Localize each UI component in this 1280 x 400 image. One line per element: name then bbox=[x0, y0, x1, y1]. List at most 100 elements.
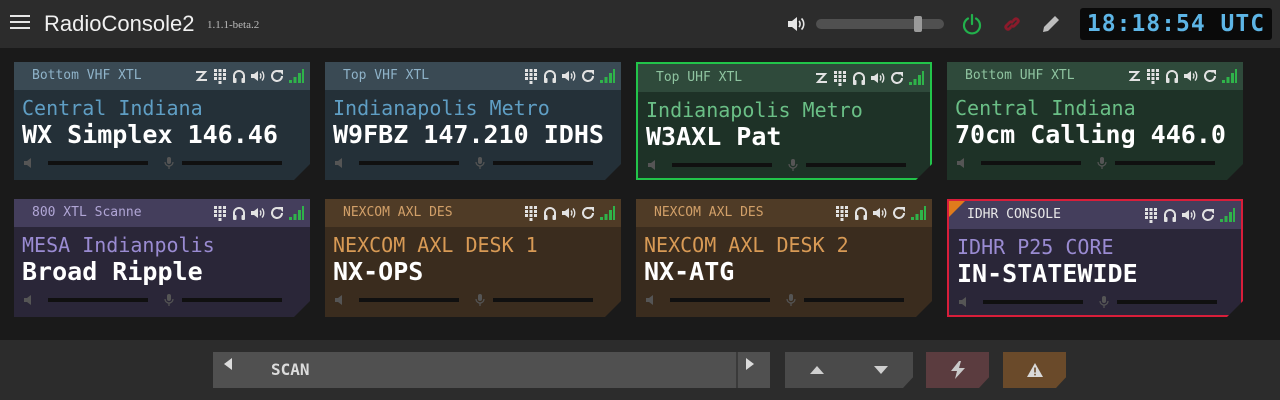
speaker-icon[interactable] bbox=[1181, 207, 1197, 223]
microphone-icon bbox=[1099, 296, 1109, 308]
menu-icon[interactable] bbox=[10, 15, 30, 31]
power-icon[interactable] bbox=[961, 13, 983, 35]
speaker-icon[interactable] bbox=[870, 70, 886, 86]
microphone-icon bbox=[788, 159, 798, 171]
lightning-icon bbox=[951, 361, 965, 379]
radio-card[interactable]: Bottom UHF XTL Central Indiana 70cm Callin… bbox=[947, 62, 1243, 180]
radio-channel: W3AXL Pat bbox=[646, 122, 782, 151]
speaker-icon[interactable] bbox=[561, 205, 577, 221]
radio-name: 800 XTL Scanne bbox=[32, 205, 142, 220]
unlink-icon[interactable] bbox=[1001, 13, 1023, 35]
radio-card-header: 800 XTL Scanne bbox=[14, 199, 310, 227]
radio-channel: W9FBZ 147.210 IDHS bbox=[333, 120, 604, 149]
radio-card[interactable]: Bottom VHF XTL Central Indiana WX Simplex … bbox=[14, 62, 310, 180]
radio-card-header: Bottom VHF XTL bbox=[14, 62, 310, 90]
reset-icon[interactable] bbox=[891, 205, 907, 221]
reset-icon[interactable] bbox=[269, 68, 285, 84]
headphones-icon[interactable] bbox=[1162, 207, 1178, 223]
microphone-icon bbox=[786, 294, 796, 306]
caret-right-icon bbox=[746, 358, 754, 370]
headphones-icon[interactable] bbox=[231, 205, 247, 221]
volume-slider-thumb[interactable] bbox=[914, 16, 923, 32]
tx-level-meter bbox=[493, 161, 593, 165]
speaker-icon[interactable] bbox=[250, 205, 266, 221]
audio-meters bbox=[957, 156, 1217, 170]
reset-icon[interactable] bbox=[580, 68, 596, 84]
radio-card[interactable]: 800 XTL Scanne MESA Indianpolis Broad Ripp… bbox=[14, 199, 310, 317]
radio-controls bbox=[1143, 207, 1235, 223]
radio-channel: 70cm Calling 446.0 bbox=[955, 120, 1226, 149]
reset-icon[interactable] bbox=[1202, 68, 1218, 84]
keypad-icon[interactable] bbox=[212, 205, 228, 221]
radio-card[interactable]: Top VHF XTL Indianapolis Metro W9FBZ 147.2… bbox=[325, 62, 621, 180]
scan-icon[interactable] bbox=[813, 70, 829, 86]
speaker-icon[interactable] bbox=[561, 68, 577, 84]
radio-card[interactable]: IDHR CONSOLE IDHR P25 CORE IN-STATEWIDE bbox=[947, 199, 1243, 317]
volume-icon[interactable] bbox=[786, 15, 806, 33]
audio-meters bbox=[646, 293, 906, 307]
audio-meters bbox=[24, 156, 284, 170]
rx-level-meter bbox=[672, 163, 772, 167]
headphones-icon[interactable] bbox=[231, 68, 247, 84]
reset-icon[interactable] bbox=[889, 70, 905, 86]
headphones-icon[interactable] bbox=[853, 205, 869, 221]
radio-zone: IDHR P25 CORE bbox=[957, 235, 1114, 259]
keypad-icon[interactable] bbox=[832, 70, 848, 86]
top-bar: RadioConsole2 1.1.1-beta.2 18:18:54 UTC bbox=[0, 0, 1280, 48]
microphone-icon bbox=[475, 157, 485, 169]
reset-icon[interactable] bbox=[580, 205, 596, 221]
radio-card[interactable]: NEXCOM AXL DES NEXCOM AXL DESK 1 NX-OPS bbox=[325, 199, 621, 317]
channel-updown-control bbox=[785, 352, 913, 388]
speaker-small-icon bbox=[648, 160, 660, 170]
radio-name: IDHR CONSOLE bbox=[967, 207, 1061, 222]
signal-icon bbox=[288, 205, 304, 221]
keypad-icon[interactable] bbox=[1145, 68, 1161, 84]
alert-button[interactable] bbox=[1003, 352, 1066, 388]
caret-left-icon bbox=[224, 358, 232, 370]
tx-level-meter bbox=[182, 298, 282, 302]
microphone-icon bbox=[1097, 157, 1107, 169]
headphones-icon[interactable] bbox=[851, 70, 867, 86]
keypad-icon[interactable] bbox=[523, 205, 539, 221]
speaker-icon[interactable] bbox=[250, 68, 266, 84]
signal-icon bbox=[908, 70, 924, 86]
keypad-icon[interactable] bbox=[212, 68, 228, 84]
speaker-icon[interactable] bbox=[872, 205, 888, 221]
headphones-icon[interactable] bbox=[542, 205, 558, 221]
speaker-small-icon bbox=[24, 158, 36, 168]
scan-next-button[interactable] bbox=[736, 352, 770, 388]
scan-icon[interactable] bbox=[193, 68, 209, 84]
headphones-icon[interactable] bbox=[542, 68, 558, 84]
headphones-icon[interactable] bbox=[1164, 68, 1180, 84]
radio-zone: Indianapolis Metro bbox=[646, 98, 863, 122]
radio-name: NEXCOM AXL DES bbox=[343, 205, 453, 220]
reset-icon[interactable] bbox=[1200, 207, 1216, 223]
scan-control: SCAN bbox=[213, 352, 770, 388]
signal-icon bbox=[599, 68, 615, 84]
master-volume-slider[interactable] bbox=[816, 16, 944, 32]
rx-level-meter bbox=[981, 161, 1081, 165]
reset-icon[interactable] bbox=[269, 205, 285, 221]
radio-card[interactable]: Top UHF XTL Indianapolis Metro W3AXL Pat bbox=[636, 62, 932, 180]
speaker-small-icon bbox=[24, 295, 36, 305]
channel-down-button[interactable] bbox=[849, 352, 913, 388]
radio-name: Top UHF XTL bbox=[656, 70, 743, 85]
keypad-icon[interactable] bbox=[834, 205, 850, 221]
channel-up-button[interactable] bbox=[785, 352, 849, 388]
scan-prev-button[interactable] bbox=[213, 352, 253, 388]
pencil-icon[interactable] bbox=[1040, 13, 1062, 35]
scan-icon[interactable] bbox=[1126, 68, 1142, 84]
radio-card-header: Bottom UHF XTL bbox=[947, 62, 1243, 90]
radio-zone: NEXCOM AXL DESK 1 bbox=[333, 233, 538, 257]
microphone-icon bbox=[164, 294, 174, 306]
key-transmit-button[interactable] bbox=[926, 352, 989, 388]
microphone-icon bbox=[475, 294, 485, 306]
radio-name: Bottom UHF XTL bbox=[965, 68, 1075, 83]
keypad-icon[interactable] bbox=[523, 68, 539, 84]
signal-icon bbox=[910, 205, 926, 221]
keypad-icon[interactable] bbox=[1143, 207, 1159, 223]
audio-meters bbox=[335, 156, 595, 170]
radio-card[interactable]: NEXCOM AXL DES NEXCOM AXL DESK 2 NX-ATG bbox=[636, 199, 932, 317]
speaker-icon[interactable] bbox=[1183, 68, 1199, 84]
signal-icon bbox=[599, 205, 615, 221]
